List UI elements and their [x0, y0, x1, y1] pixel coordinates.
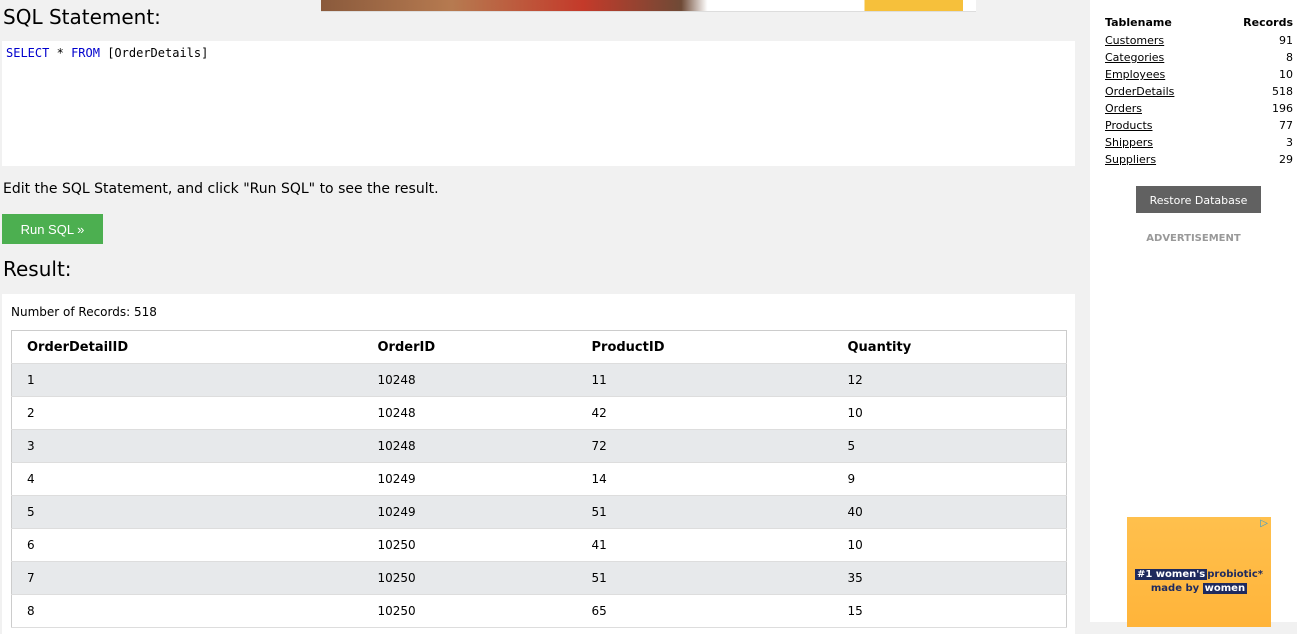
table-row: 1 10248 11 12 — [11, 363, 1067, 397]
table-cell: 15 — [832, 594, 1067, 628]
table-record-count: 3 — [1286, 136, 1293, 149]
list-item: Products 77 — [1105, 117, 1293, 134]
table-cell: 10250 — [362, 594, 577, 628]
table-link-customers[interactable]: Customers — [1105, 32, 1164, 49]
sql-table-name: [OrderDetails] — [107, 46, 209, 60]
instruction-text: Edit the SQL Statement, and click "Run S… — [3, 181, 439, 197]
table-cell: 10249 — [362, 495, 577, 529]
table-cell: 72 — [576, 429, 833, 463]
sql-editor[interactable]: SELECT * FROM [OrderDetails] — [2, 41, 1075, 166]
table-row: 6 10250 41 10 — [11, 528, 1067, 562]
table-link-categories[interactable]: Categories — [1105, 49, 1164, 66]
table-cell: 2 — [11, 396, 363, 430]
table-row: 5 10249 51 40 — [11, 495, 1067, 529]
table-row: 4 10249 14 9 — [11, 462, 1067, 496]
table-cell: 1 — [11, 363, 363, 397]
table-cell: 10 — [832, 528, 1067, 562]
table-cell: 42 — [576, 396, 833, 430]
table-record-count: 77 — [1279, 119, 1293, 132]
table-cell: 12 — [832, 363, 1067, 397]
table-record-count: 518 — [1272, 85, 1293, 98]
ad-choices-icon[interactable]: ▷ — [1260, 518, 1268, 529]
run-sql-button[interactable]: Run SQL » — [2, 214, 103, 244]
table-cell: 41 — [576, 528, 833, 562]
column-header: ProductID — [576, 330, 833, 364]
table-cell: 14 — [576, 462, 833, 496]
table-row: 3 10248 72 5 — [11, 429, 1067, 463]
sql-statement-title: SQL Statement: — [3, 5, 161, 29]
restore-database-button[interactable]: Restore Database — [1136, 186, 1261, 213]
table-cell: 5 — [11, 495, 363, 529]
table-link-suppliers[interactable]: Suppliers — [1105, 151, 1156, 168]
column-header: Quantity — [832, 330, 1067, 364]
record-count: Number of Records: 518 — [11, 305, 157, 319]
table-link-orders[interactable]: Orders — [1105, 100, 1142, 117]
table-record-count: 29 — [1279, 153, 1293, 166]
table-row: 7 10250 51 35 — [11, 561, 1067, 595]
table-cell: 7 — [11, 561, 363, 595]
table-row: 8 10250 65 15 — [11, 594, 1067, 628]
sql-keyword-from: FROM — [71, 46, 100, 60]
list-item: Orders 196 — [1105, 100, 1293, 117]
table-cell: 51 — [576, 561, 833, 595]
table-record-count: 91 — [1279, 34, 1293, 47]
table-cell: 4 — [11, 462, 363, 496]
table-record-count: 10 — [1279, 68, 1293, 81]
column-header: OrderDetailID — [11, 330, 363, 364]
top-advertisement-banner[interactable] — [321, 0, 976, 12]
result-table: OrderDetailID OrderID ProductID Quantity… — [11, 330, 1067, 628]
records-header: Records — [1243, 16, 1293, 29]
column-header: OrderID — [362, 330, 577, 364]
table-cell: 6 — [11, 528, 363, 562]
table-cell: 5 — [832, 429, 1067, 463]
table-list-header: Tablename Records — [1105, 14, 1293, 32]
table-link-orderdetails[interactable]: OrderDetails — [1105, 83, 1174, 100]
sql-star: * — [56, 46, 64, 60]
list-item: Suppliers 29 — [1105, 151, 1293, 168]
advertisement-label: ADVERTISEMENT — [1146, 233, 1241, 244]
sql-keyword-select: SELECT — [6, 46, 50, 60]
table-list: Tablename Records Customers 91 Categorie… — [1105, 14, 1293, 168]
list-item: Employees 10 — [1105, 66, 1293, 83]
table-cell: 9 — [832, 462, 1067, 496]
table-cell: 35 — [832, 561, 1067, 595]
table-header-row: OrderDetailID OrderID ProductID Quantity — [11, 330, 1067, 364]
sidebar-advertisement[interactable]: ▷ #1 women's probiotic* made by women — [1127, 517, 1271, 627]
table-cell: 10249 — [362, 462, 577, 496]
table-cell: 10248 — [362, 429, 577, 463]
ad-text: #1 women's probiotic* made by women — [1134, 569, 1264, 594]
table-cell: 10 — [832, 396, 1067, 430]
main-content: SQL Statement: SELECT * FROM [OrderDetai… — [0, 0, 1090, 634]
result-panel: Number of Records: 518 OrderDetailID Ord… — [2, 294, 1075, 634]
table-record-count: 196 — [1272, 102, 1293, 115]
list-item: OrderDetails 518 — [1105, 83, 1293, 100]
table-record-count: 8 — [1286, 51, 1293, 64]
table-cell: 11 — [576, 363, 833, 397]
table-row: 2 10248 42 10 — [11, 396, 1067, 430]
result-title: Result: — [3, 257, 72, 281]
list-item: Shippers 3 — [1105, 134, 1293, 151]
table-cell: 10250 — [362, 561, 577, 595]
list-item: Customers 91 — [1105, 32, 1293, 49]
table-link-shippers[interactable]: Shippers — [1105, 134, 1153, 151]
table-cell: 65 — [576, 594, 833, 628]
table-link-employees[interactable]: Employees — [1105, 66, 1165, 83]
database-sidebar: Tablename Records Customers 91 Categorie… — [1090, 0, 1297, 627]
list-item: Categories 8 — [1105, 49, 1293, 66]
table-cell: 10250 — [362, 528, 577, 562]
table-cell: 10248 — [362, 363, 577, 397]
tablename-header: Tablename — [1105, 16, 1172, 29]
table-cell: 51 — [576, 495, 833, 529]
table-cell: 8 — [11, 594, 363, 628]
table-link-products[interactable]: Products — [1105, 117, 1153, 134]
table-cell: 40 — [832, 495, 1067, 529]
table-cell: 3 — [11, 429, 363, 463]
table-cell: 10248 — [362, 396, 577, 430]
